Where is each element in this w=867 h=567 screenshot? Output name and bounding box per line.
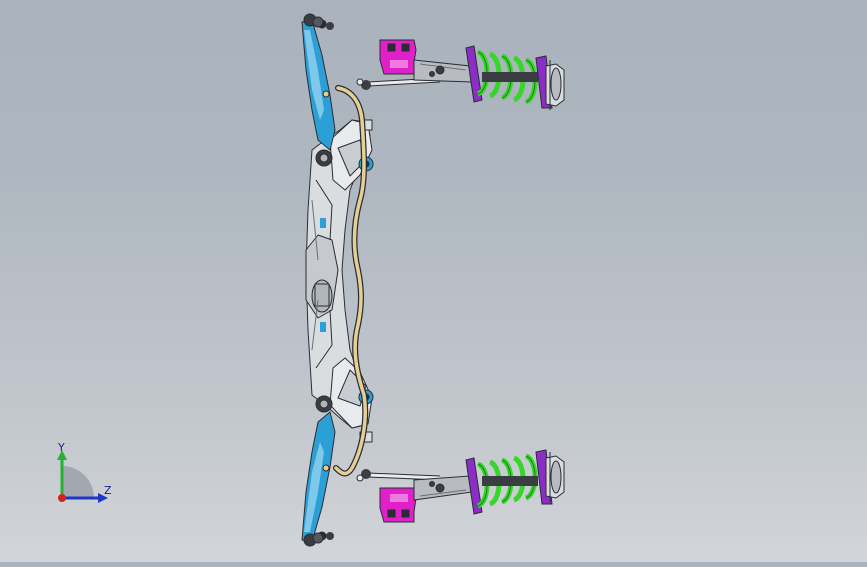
- strut-assembly-upper[interactable]: [379, 39, 565, 110]
- strut-assembly-lower[interactable]: [379, 449, 565, 523]
- coordinate-triad: Y Z: [40, 436, 130, 516]
- z-axis-label: Z: [104, 484, 112, 497]
- origin-point-icon: [58, 494, 66, 502]
- y-axis-label: Y: [57, 441, 65, 454]
- lower-control-arm-lower[interactable]: [301, 411, 336, 547]
- cad-graphics-viewport[interactable]: [0, 0, 867, 562]
- triad-plane-icon: [62, 466, 94, 498]
- suspension-assembly-model[interactable]: [0, 0, 867, 562]
- lower-control-arm-upper[interactable]: [301, 13, 336, 151]
